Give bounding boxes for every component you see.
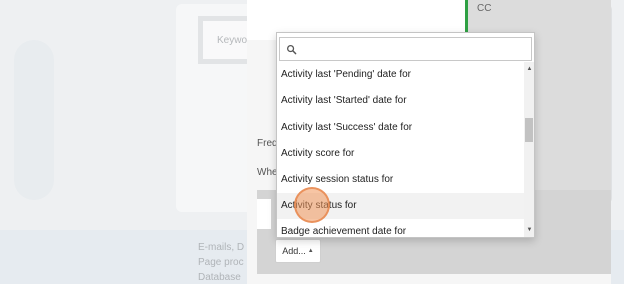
cc-label: CC: [477, 3, 492, 14]
caret-up-icon: ▲: [307, 248, 314, 254]
background-decoration: [14, 40, 54, 200]
dropdown-scrollbar[interactable]: ▲ ▼: [524, 62, 534, 237]
dropdown-item[interactable]: Activity last 'Pending' date for: [277, 62, 525, 88]
note-line: Database: [198, 272, 241, 283]
search-icon: [287, 45, 297, 55]
dropdown-item-hovered[interactable]: Activity status for: [277, 193, 525, 219]
add-condition-button[interactable]: Add... ▲: [275, 239, 321, 263]
dropdown-item[interactable]: Activity score for: [277, 141, 525, 167]
dropdown-item[interactable]: Activity last 'Success' date for: [277, 115, 525, 141]
note-line: E-mails, D: [198, 242, 245, 253]
scrollbar-thumb[interactable]: [525, 118, 533, 142]
background-notes: E-mails, D Page proc Database: [198, 240, 244, 284]
add-button-label: Add...: [282, 246, 306, 256]
condition-dropdown: Activity last 'Pending' date for Activit…: [276, 32, 535, 238]
condition-row: [257, 199, 271, 229]
accent-bar: [465, 0, 468, 34]
frequency-label: Freq: [257, 138, 277, 149]
note-line: Page proc: [198, 257, 244, 268]
scroll-down-icon[interactable]: ▼: [524, 226, 534, 235]
dropdown-item[interactable]: Activity session status for: [277, 167, 525, 193]
dropdown-item[interactable]: Activity last 'Started' date for: [277, 88, 525, 114]
dropdown-list: Activity last 'Pending' date for Activit…: [277, 62, 525, 237]
scroll-up-icon[interactable]: ▲: [524, 65, 534, 74]
dropdown-search-input[interactable]: [279, 37, 532, 61]
dropdown-item[interactable]: Badge achievement date for: [277, 219, 525, 237]
when-label: When: [257, 167, 277, 178]
